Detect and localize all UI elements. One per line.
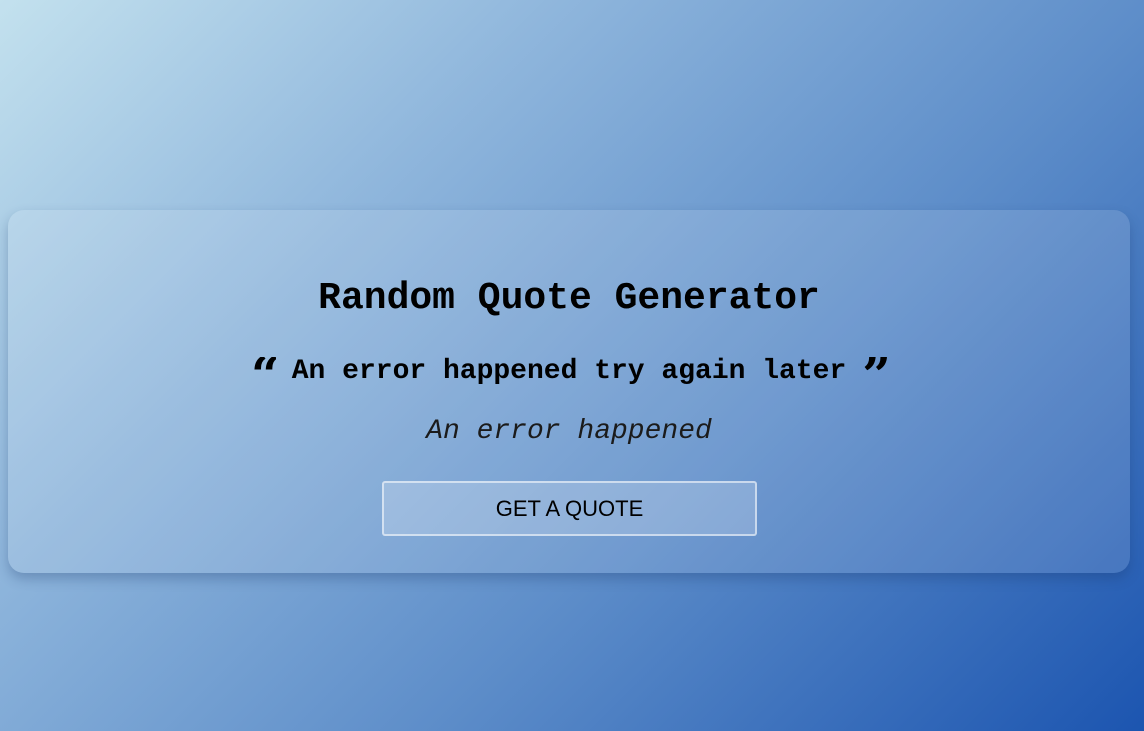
quote-card: Random Quote Generator “ An error happen… bbox=[8, 210, 1130, 573]
get-quote-button[interactable]: GET A QUOTE bbox=[382, 481, 757, 536]
page-title: Random Quote Generator bbox=[318, 277, 820, 320]
quote-right-icon: ” bbox=[862, 357, 888, 391]
quote-left-icon: “ bbox=[250, 357, 276, 391]
quote-text: An error happened try again later bbox=[291, 356, 847, 387]
quote-author: An error happened bbox=[426, 416, 712, 447]
quote-text-row: “ An error happened try again later ” bbox=[8, 354, 1130, 391]
